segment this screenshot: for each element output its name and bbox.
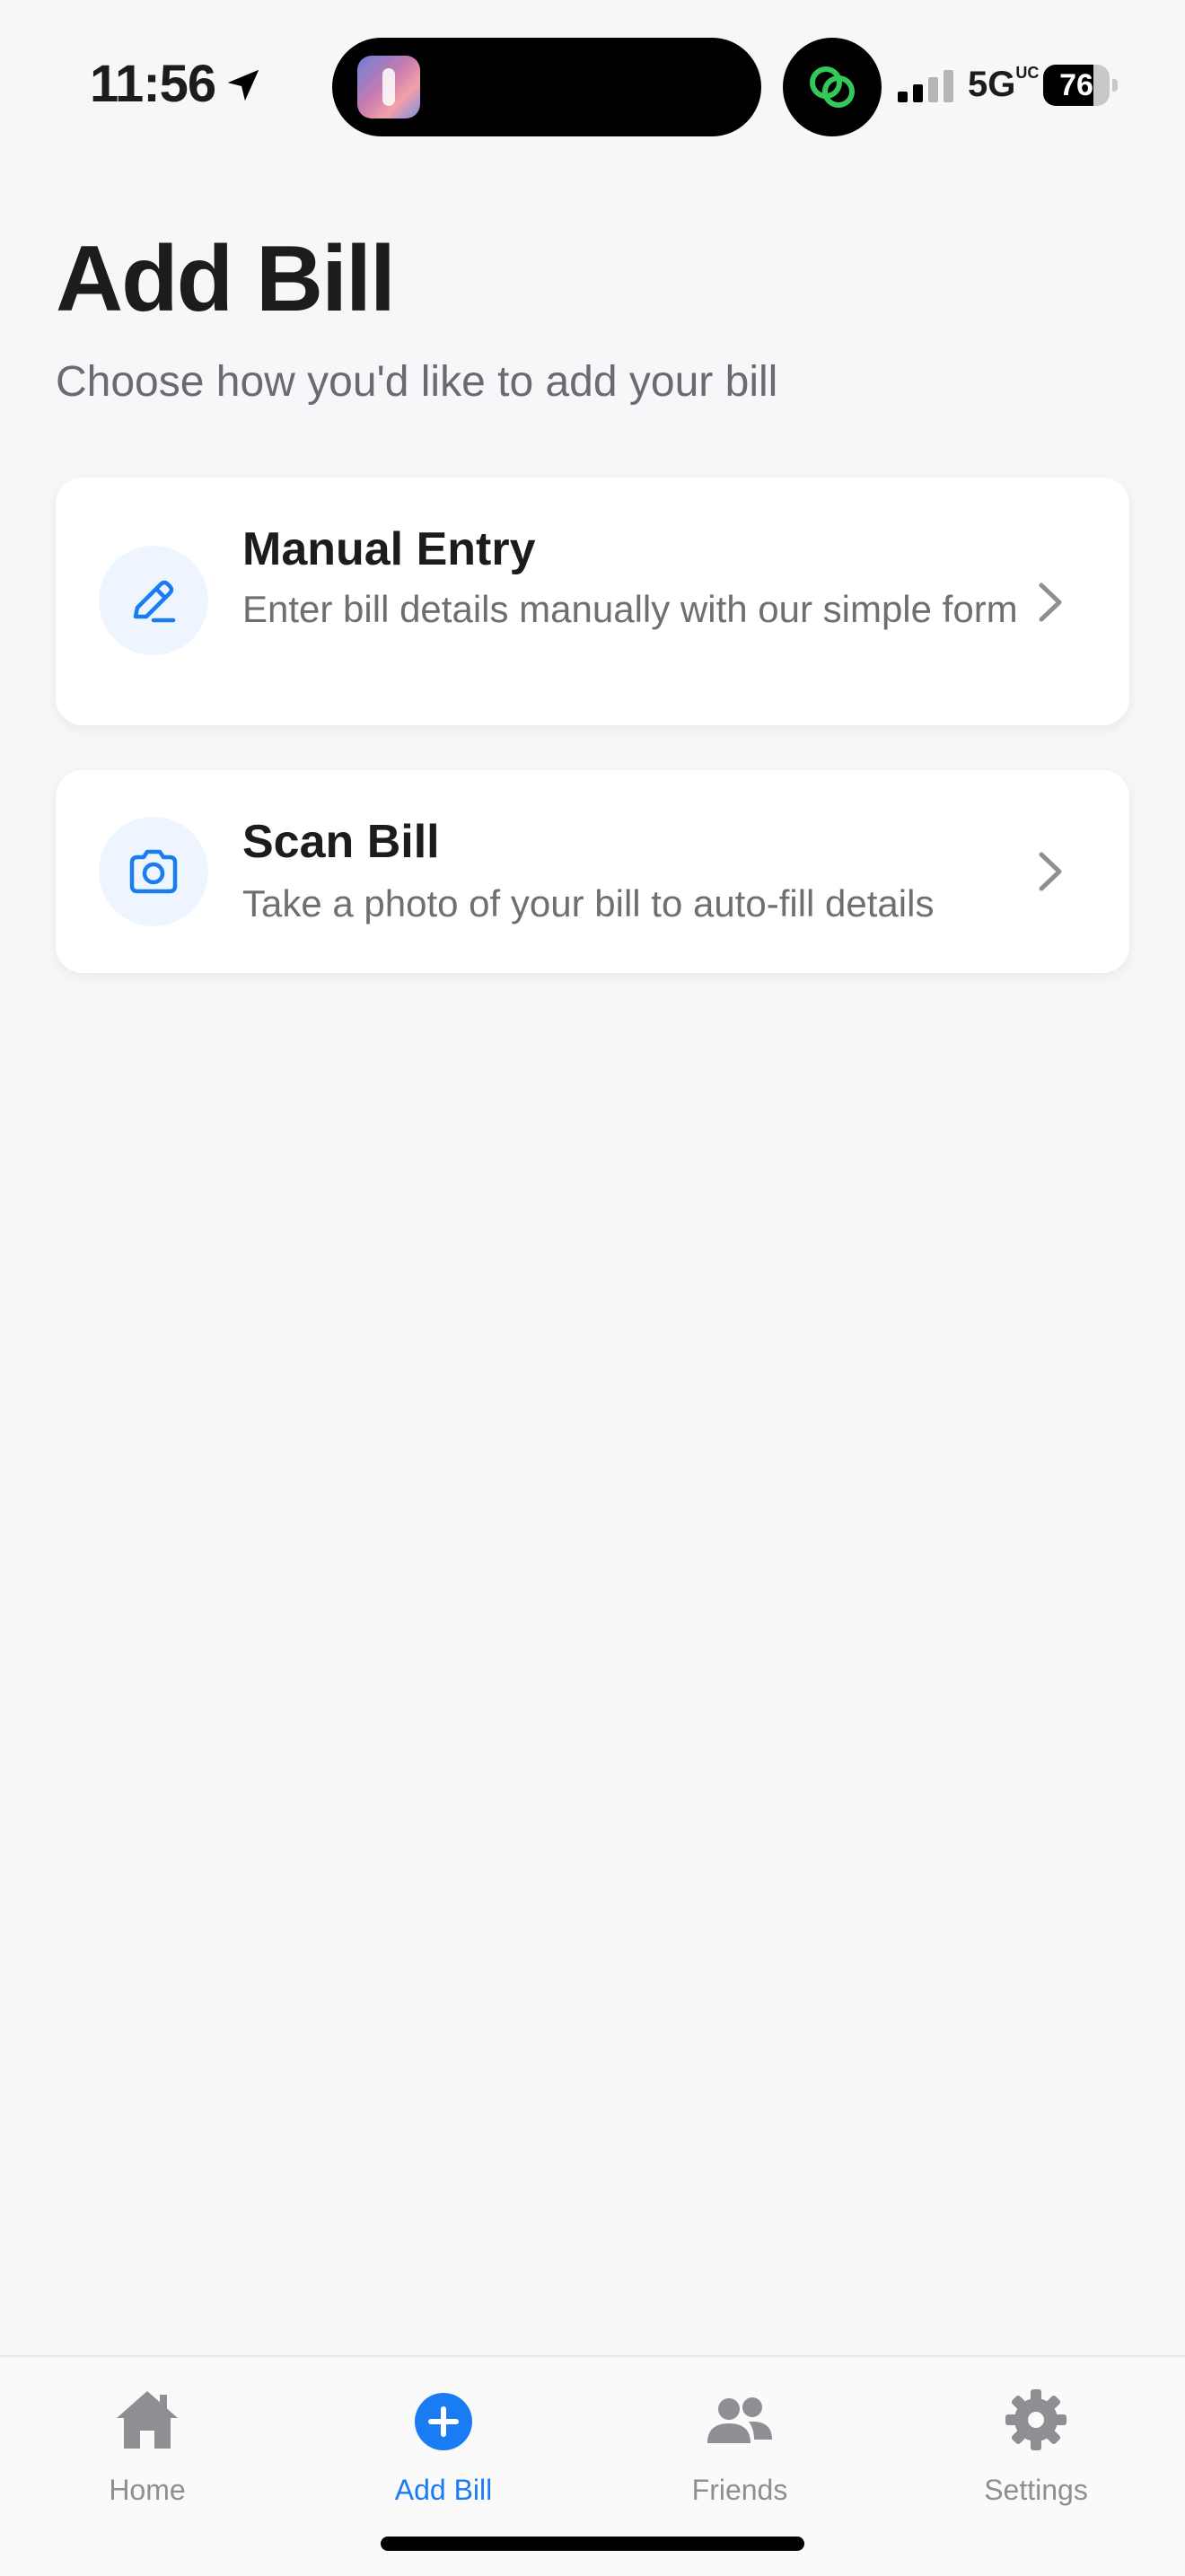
live-activity-app-icon	[357, 56, 420, 118]
tab-home[interactable]: Home	[40, 2375, 255, 2519]
gear-icon	[1005, 2389, 1066, 2450]
tab-label: Home	[109, 2474, 186, 2506]
pencil-icon	[133, 580, 176, 623]
cellular-signal-icon	[898, 70, 953, 102]
scan-bill-option[interactable]: Scan Bill Take a photo of your bill to a…	[56, 770, 1129, 973]
location-arrow-icon	[227, 69, 259, 101]
network-suffix: UC	[1015, 64, 1040, 82]
option-description: Take a photo of your bill to auto-fill d…	[242, 882, 935, 924]
people-icon	[707, 2397, 772, 2443]
pencil-icon-container	[99, 546, 208, 655]
tab-label: Add Bill	[394, 2474, 493, 2506]
chevron-right-icon	[1039, 852, 1062, 891]
tab-friends[interactable]: Friends	[632, 2375, 847, 2519]
home-indicator	[381, 2537, 804, 2551]
tab-label: Settings	[984, 2474, 1088, 2506]
camera-icon	[129, 849, 178, 894]
page-title: Add Bill	[56, 227, 396, 331]
camera-icon-container	[99, 817, 208, 926]
option-description: Enter bill details manually with our sim…	[242, 588, 1018, 630]
status-time: 11:56	[90, 55, 216, 113]
option-title: Scan Bill	[242, 816, 440, 868]
tab-settings[interactable]: Settings	[928, 2375, 1144, 2519]
manual-entry-option[interactable]: Manual Entry Enter bill details manually…	[56, 478, 1129, 725]
home-icon	[117, 2391, 178, 2449]
network-type: 5GUC	[968, 64, 1040, 105]
network-label: 5G	[968, 65, 1016, 104]
battery-indicator: 76	[1043, 65, 1119, 106]
tab-label: Friends	[691, 2474, 788, 2506]
option-title: Manual Entry	[242, 523, 536, 575]
tab-add-bill[interactable]: Add Bill	[336, 2375, 551, 2519]
plus-circle-icon	[415, 2393, 472, 2450]
page-subtitle: Choose how you'd like to add your bill	[56, 358, 778, 406]
battery-percent: 76	[1059, 68, 1093, 102]
chevron-right-icon	[1039, 583, 1062, 622]
linked-rings-icon	[783, 38, 882, 136]
status-bar: 11:56 5GUC 76	[0, 0, 1185, 171]
